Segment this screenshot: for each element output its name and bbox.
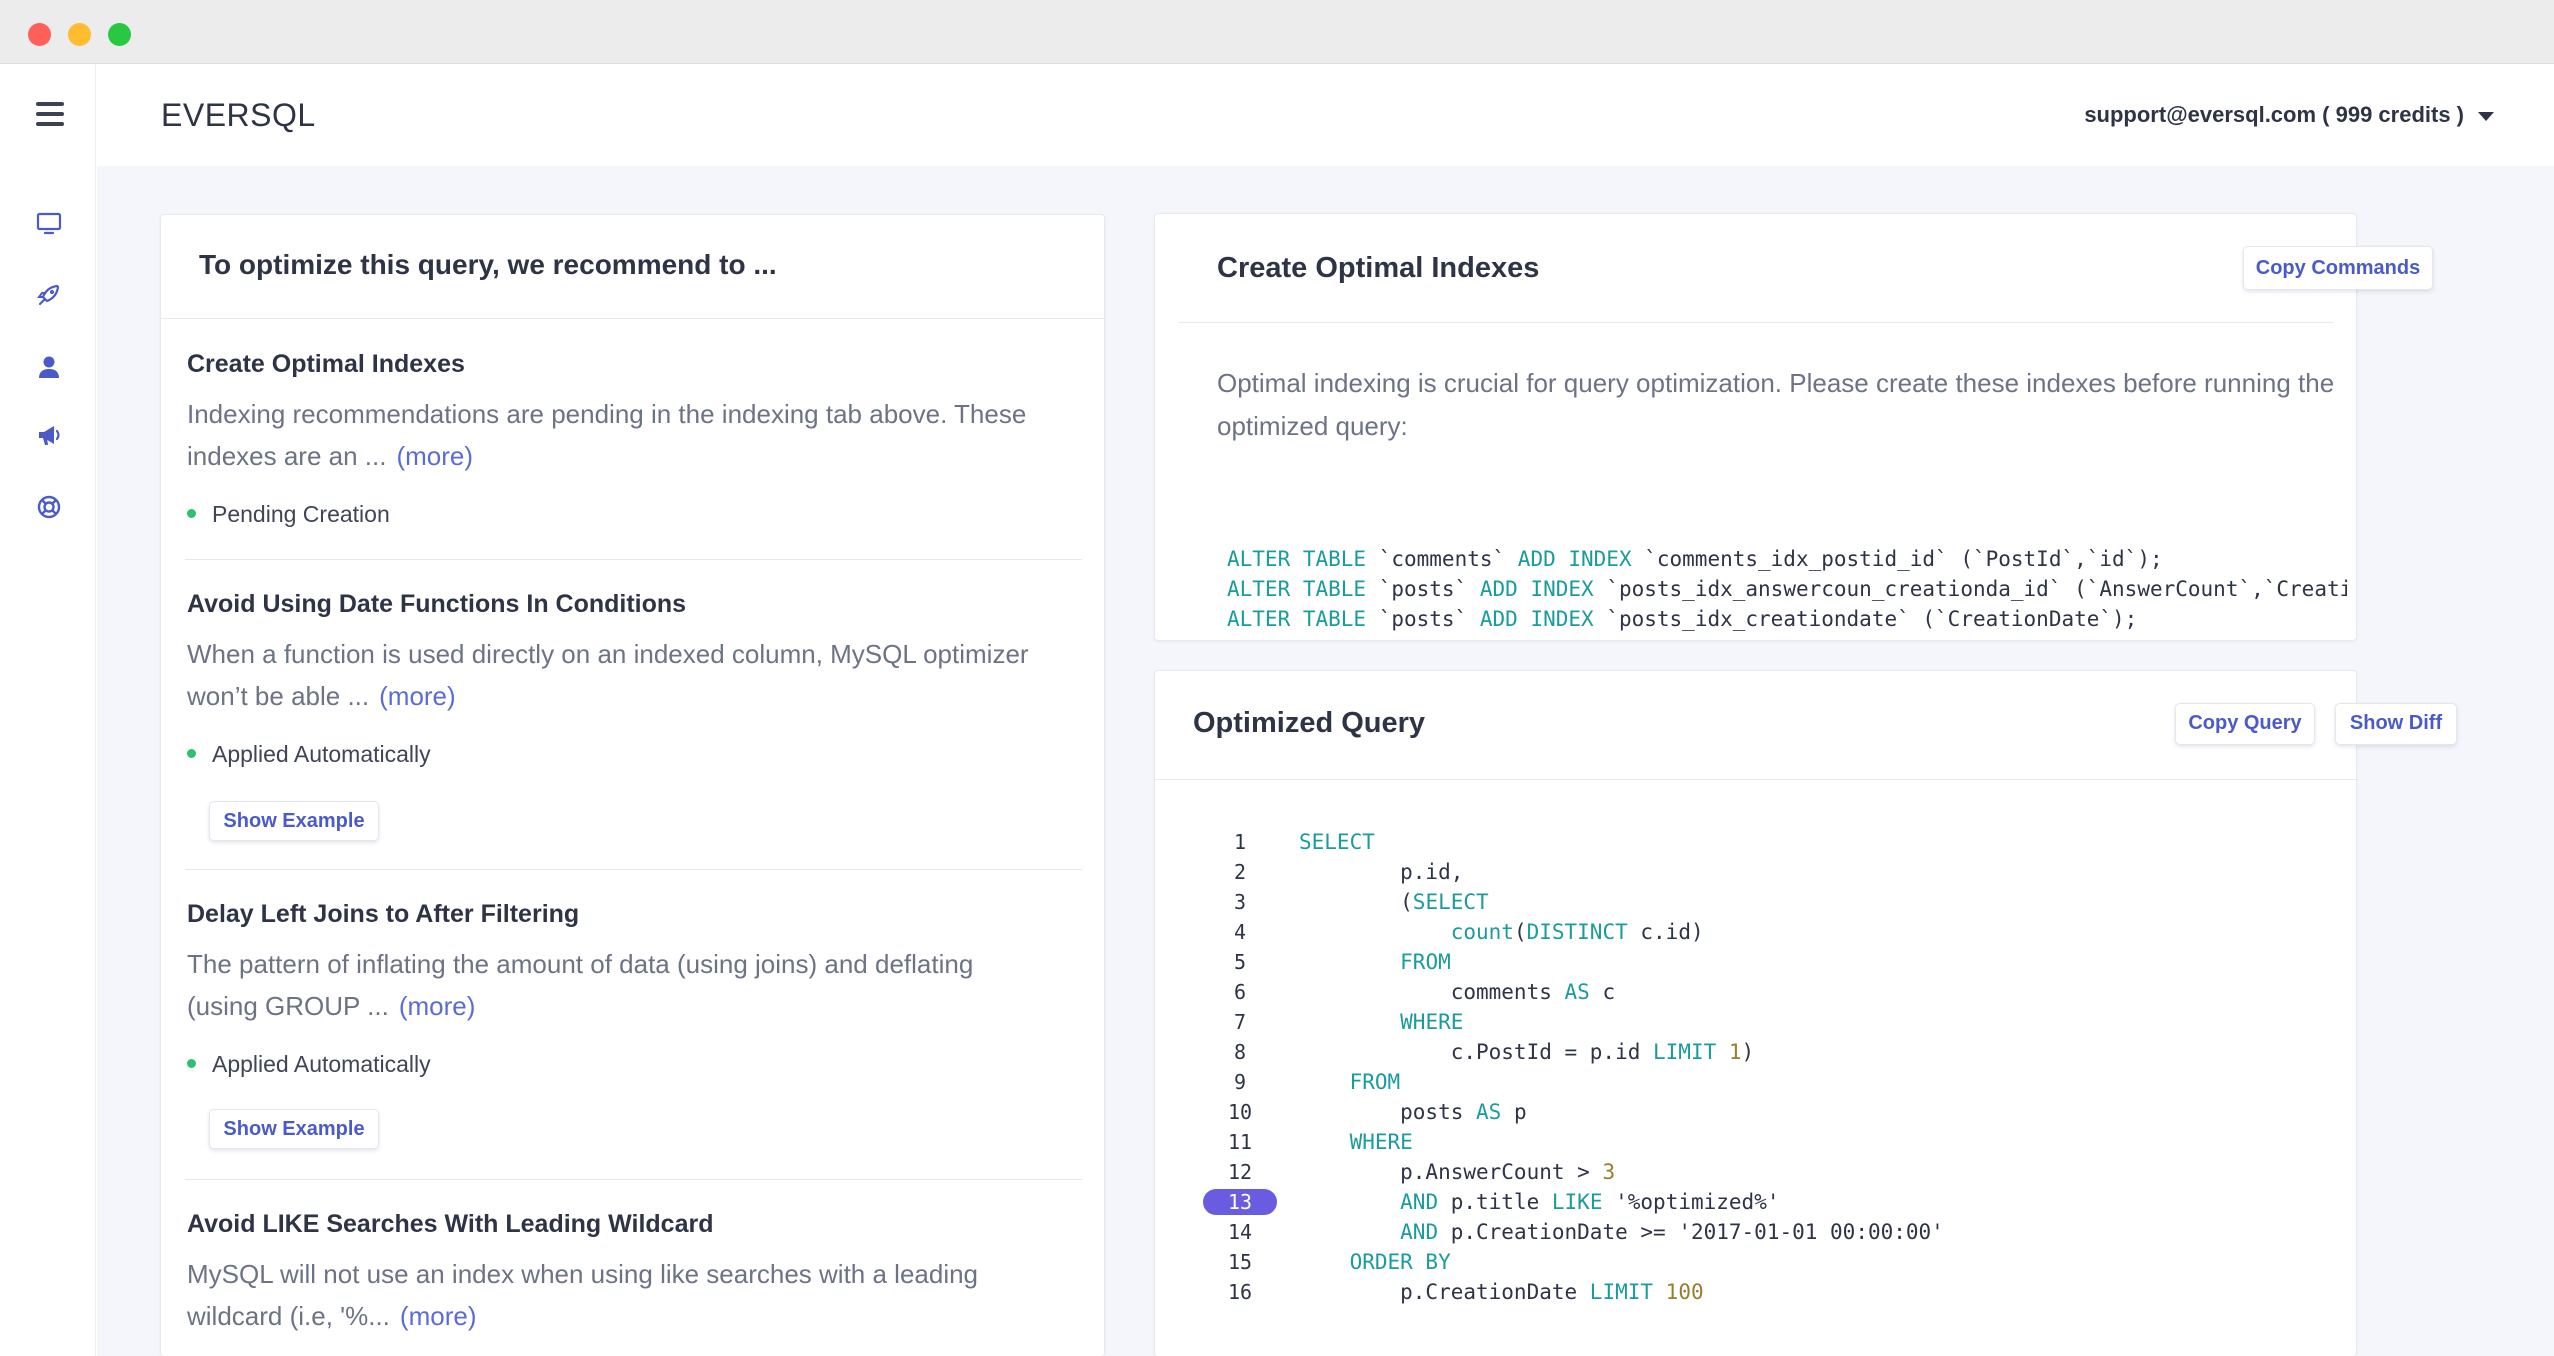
line-number[interactable]: 8 [1203,1037,1277,1067]
account-menu[interactable]: support@eversql.com ( 999 credits ) [2084,102,2494,128]
minimize-window-button[interactable] [68,23,91,46]
status-badge: Applied Automatically [187,1051,431,1078]
divider [185,559,1082,560]
maximize-window-button[interactable] [108,23,131,46]
line-number[interactable]: 6 [1203,977,1277,1007]
rec-title: Avoid LIKE Searches With Leading Wildcar… [187,1210,714,1238]
line-number[interactable]: 5 [1203,947,1277,977]
code-text: ORDER BY [1349,1250,1451,1274]
sidebar [0,64,96,1356]
code-text: comments AS c [1299,980,1616,1004]
rec-title: Delay Left Joins to After Filtering [187,900,580,928]
code-text: (SELECT [1299,890,1489,914]
status-dot-icon [187,749,196,759]
divider [1179,322,2333,323]
line-number[interactable]: 2 [1203,857,1277,887]
line-number[interactable]: 10 [1203,1097,1277,1127]
rec-desc-line: indexes are an ... [187,441,387,471]
status-dot-icon [187,509,196,519]
line-number[interactable]: 11 [1203,1127,1277,1157]
close-window-button[interactable] [28,23,51,46]
status-badge: Pending Creation [187,501,390,528]
line-number[interactable]: 16 [1203,1277,1277,1307]
index-command-line: ALTER TABLE `posts` ADD INDEX `posts_idx… [1227,577,2347,601]
rec-desc-line: (using GROUP ... [187,991,389,1021]
index-commands: ALTER TABLE `comments` ADD INDEX `commen… [1227,484,2347,694]
line-number[interactable]: 15 [1203,1247,1277,1277]
code-text: AND p.title LIKE '%optimized%' [1400,1190,1780,1214]
line-number[interactable]: 1 [1203,827,1277,857]
brand-logo[interactable]: EVERSQL [161,97,316,134]
more-link[interactable]: (more) [400,1301,477,1331]
rec-description: The pattern of inflating the amount of d… [187,943,1047,1027]
rec-description: MySQL will not use an index when using l… [187,1253,1047,1337]
status-label: Applied Automatically [212,1051,431,1077]
megaphone-icon[interactable] [34,420,64,450]
copy-query-button[interactable]: Copy Query [2175,703,2315,745]
rec-description: Indexing recommendations are pending in … [187,393,1047,477]
user-icon[interactable] [34,352,64,382]
indexes-card: Create Optimal Indexes Copy Commands Opt… [1154,213,2433,641]
optimized-query-card: Optimized Query Copy Query Show Diff 1 SE… [1154,670,2457,1356]
divider [1155,779,2358,780]
status-dot-icon [187,1059,196,1069]
divider [185,1179,1082,1180]
show-example-button[interactable]: Show Example [209,1109,379,1149]
rec-desc-line: won’t be able ... [187,681,370,711]
code-text: p.AnswerCount > 3 [1299,1160,1616,1184]
line-number[interactable]: 12 [1203,1157,1277,1187]
chevron-down-icon [2478,111,2494,121]
code-text: count(DISTINCT c.id) [1450,920,1704,944]
code-text: AND p.CreationDate >= '2017-01-01 00:00:… [1400,1220,1944,1244]
code-text: WHERE [1400,1010,1464,1034]
copy-commands-button[interactable]: Copy Commands [2243,246,2433,290]
lifebuoy-icon[interactable] [34,492,64,522]
rec-title: Create Optimal Indexes [187,350,465,378]
code-text: FROM [1400,950,1451,974]
hamburger-menu-icon[interactable] [36,102,66,128]
window-titlebar [0,0,2554,64]
index-command-line: ALTER TABLE `posts` ADD INDEX `posts_idx… [1227,607,2138,631]
line-number[interactable]: 9 [1203,1067,1277,1097]
show-diff-button[interactable]: Show Diff [2335,703,2457,745]
show-example-button[interactable]: Show Example [209,801,379,841]
top-bar: EVERSQL support@eversql.com ( 999 credit… [97,64,2554,166]
divider [185,869,1082,870]
monitor-icon[interactable] [34,208,64,238]
account-label: support@eversql.com ( 999 credits ) [2084,102,2464,127]
code-text: WHERE [1349,1130,1413,1154]
status-label: Pending Creation [212,501,390,527]
line-number[interactable]: 4 [1203,917,1277,947]
rec-desc-line: When a function is used directly on an i… [187,639,1029,669]
status-badge: Applied Automatically [187,741,431,768]
recommendations-card: To optimize this query, we recommend to … [160,214,1105,1356]
index-command-line: ALTER TABLE `comments` ADD INDEX `commen… [1227,547,2163,571]
code-text: c.PostId = p.id LIMIT 1) [1299,1040,1755,1064]
recommendations-header: To optimize this query, we recommend to … [161,215,1104,319]
rocket-icon[interactable] [34,280,64,310]
rec-desc-line: The pattern of inflating the amount of d… [187,949,974,979]
code-text: posts AS p [1299,1100,1527,1124]
indexes-description: Optimal indexing is crucial for query op… [1217,368,2335,441]
more-link[interactable]: (more) [396,441,473,471]
code-text: SELECT [1299,830,1375,854]
rec-description: When a function is used directly on an i… [187,633,1047,717]
code-text: FROM [1349,1070,1401,1094]
more-link[interactable]: (more) [399,991,476,1021]
status-label: Applied Automatically [212,741,431,767]
rec-desc-line: MySQL will not use an index when using l… [187,1259,979,1289]
rec-desc-line: Indexing recommendations are pending in … [187,399,1027,429]
rec-title: Avoid Using Date Functions In Conditions [187,590,687,618]
line-number[interactable]: 3 [1203,887,1277,917]
indexes-title: Create Optimal Indexes [1217,252,1540,284]
code-text: p.CreationDate LIMIT 100 [1299,1280,1704,1304]
more-link[interactable]: (more) [379,681,456,711]
optimized-query-title: Optimized Query [1193,707,1426,739]
line-number[interactable]: 14 [1203,1217,1277,1247]
line-number[interactable]: 13 [1203,1189,1277,1215]
code-text: p.id, [1299,860,1464,884]
rec-desc-line: wildcard (i.e, '%... [187,1301,390,1331]
line-number[interactable]: 7 [1203,1007,1277,1037]
